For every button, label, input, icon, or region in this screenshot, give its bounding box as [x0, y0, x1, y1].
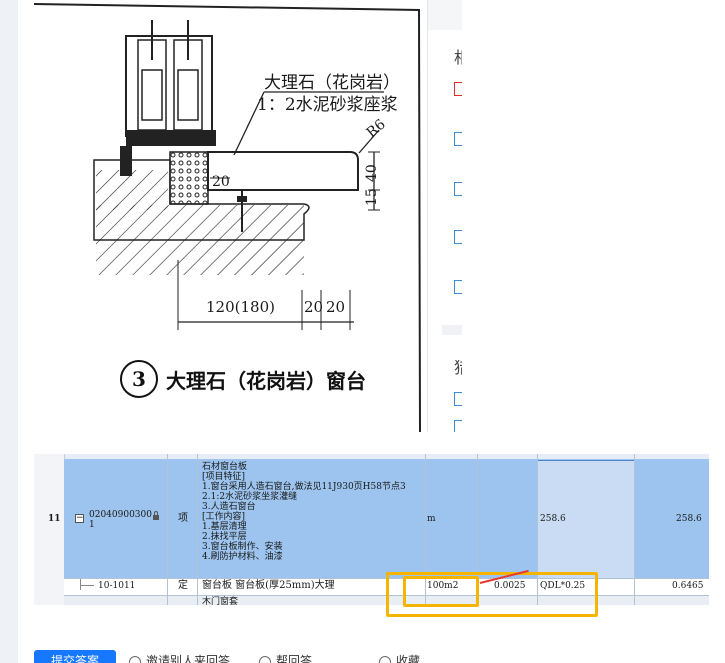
dim-120: 120(180)	[206, 298, 275, 316]
column-divider	[634, 454, 635, 605]
submit-answer-button[interactable]: 提交答案	[34, 650, 116, 663]
label-mortar: 1：2水泥砂浆座浆	[257, 95, 398, 115]
item-code: 02040900300	[89, 510, 152, 520]
item-quantity-expression[interactable]: 258.6	[540, 514, 566, 524]
bill-of-quantities-sheet: 11 − 02040900300 1 项 石材窗台板 [项目特征] 1.窗台采用…	[34, 454, 709, 605]
invite-icon	[129, 655, 141, 663]
tree-connector	[80, 585, 94, 586]
favorite-label: 收藏	[396, 654, 421, 663]
drawing-caption: 3 大理石（花岗岩）窗台	[120, 360, 366, 398]
answer-toolbar: 提交答案 邀请别人来回答 帮回答 收藏	[34, 650, 454, 663]
caption-text: 大理石（花岗岩）窗台	[166, 368, 366, 393]
checkbox-alert-icon[interactable]	[454, 82, 462, 96]
checkbox-icon[interactable]	[454, 280, 462, 294]
highlight-box-inner	[403, 576, 479, 607]
dim-20-a: 20	[304, 298, 323, 316]
panel-divider	[442, 325, 462, 335]
dim-20-top: 20	[212, 174, 230, 190]
desc-line: 1.窗台采用人造石窗台,做法见11J930页H58节点3	[202, 482, 406, 492]
desc-line: 3.人造石窗台	[202, 502, 256, 512]
subitem-code: 10-1011	[98, 581, 136, 591]
item-type: 项	[178, 513, 188, 524]
desc-line: 3.窗台板制作、安装	[202, 542, 283, 552]
checkbox-icon[interactable]	[454, 182, 462, 196]
lock-icon	[153, 511, 159, 520]
column-divider	[167, 454, 168, 605]
desc-line: 石材窗台板	[202, 462, 248, 472]
subitem-description: 窗台板 窗台板(厚25mm)大理	[202, 580, 335, 591]
column-divider	[197, 454, 198, 605]
checkbox-icon[interactable]	[454, 420, 462, 432]
help-label: 帮回答	[276, 654, 313, 663]
next-row-description: 木门窗套	[202, 597, 239, 605]
item-unit: m	[427, 514, 436, 524]
desc-line: 1.基层清理	[202, 522, 247, 532]
detail-number-badge: 3	[120, 360, 158, 398]
side-panel: 相 猎	[427, 0, 462, 432]
subitem-quantity: 0.6465	[672, 581, 704, 591]
desc-line: [工作内容]	[202, 512, 246, 522]
desc-line: 2.抹找平层	[202, 532, 247, 542]
label-marble: 大理石（花岗岩）	[264, 73, 400, 93]
collapse-icon[interactable]: −	[75, 514, 84, 523]
checkbox-icon[interactable]	[454, 132, 462, 146]
dim-20-b: 20	[326, 298, 345, 316]
help-icon	[259, 655, 271, 663]
label-radius: R6	[364, 116, 389, 141]
invite-answer-option[interactable]: 邀请别人来回答	[129, 652, 230, 663]
subitem-type: 定	[178, 580, 188, 591]
desc-line: 4.刷防护材料、油漆	[202, 552, 283, 562]
desc-line: 2.1:2水泥砂浆坐浆灌缝	[202, 492, 298, 502]
invite-label: 邀请别人来回答	[146, 654, 231, 663]
item-quantity: 258.6	[676, 514, 702, 524]
row-gutter	[34, 454, 65, 605]
checkbox-icon[interactable]	[454, 230, 462, 244]
panel-header-2: 猎	[454, 354, 462, 378]
star-icon	[379, 655, 391, 663]
checkbox-icon[interactable]	[454, 392, 462, 406]
item-code-suffix: 1	[89, 520, 95, 530]
dim-15: 15	[364, 188, 380, 206]
panel-top-gap	[428, 0, 462, 30]
row-number: 11	[48, 514, 61, 524]
desc-line: [项目特征]	[202, 472, 246, 482]
help-answer-option[interactable]: 帮回答	[259, 652, 312, 663]
favorite-option[interactable]: 收藏	[379, 652, 420, 663]
panel-header-1: 相	[454, 44, 462, 68]
item-description: 石材窗台板 [项目特征] 1.窗台采用人造石窗台,做法见11J930页H58节点…	[202, 462, 406, 562]
dim-40: 40	[364, 164, 380, 182]
